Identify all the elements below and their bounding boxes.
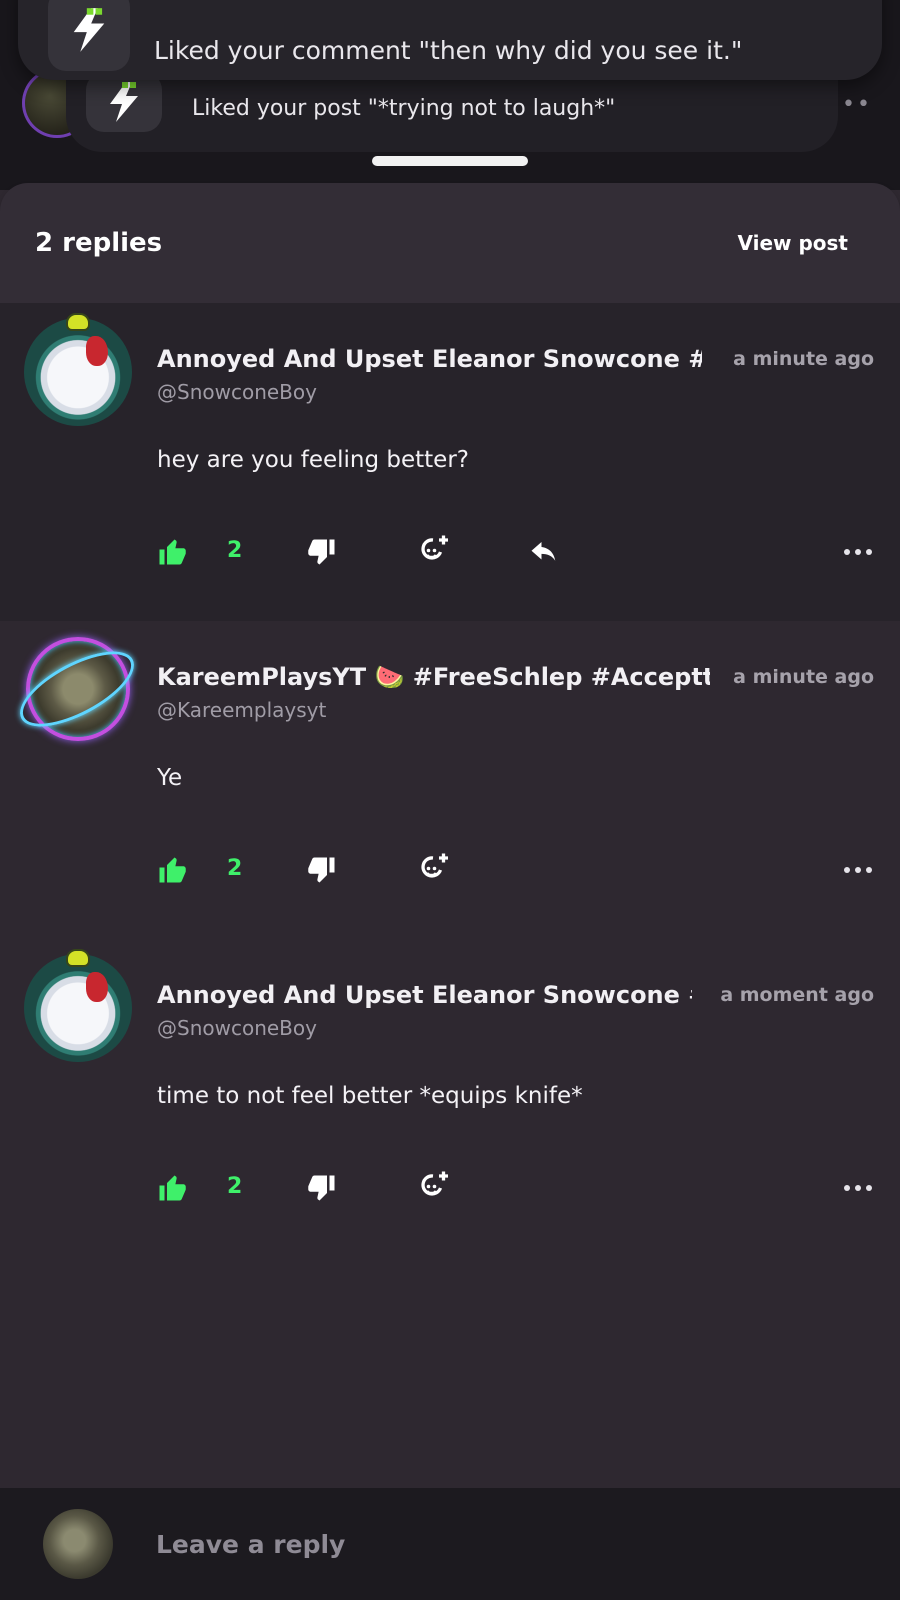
frog-badge-icon <box>66 949 90 967</box>
current-user-avatar <box>43 1509 113 1579</box>
more-options-button[interactable] <box>844 1168 872 1208</box>
sheet-drag-handle[interactable] <box>372 156 528 166</box>
add-reaction-icon <box>421 853 448 878</box>
comment-item: Annoyed And Upset Eleanor Snowcone #J a … <box>0 939 900 1257</box>
replies-count-title: 2 replies <box>35 228 163 258</box>
comment-text: hey are you feeling better? <box>157 447 469 473</box>
reply-input[interactable] <box>156 1524 856 1564</box>
like-button[interactable] <box>157 1168 187 1208</box>
more-dot-icon <box>844 1185 850 1191</box>
react-button[interactable] <box>415 532 451 572</box>
notification-toast-comment[interactable]: Liked your comment "then why did you see… <box>18 0 882 80</box>
reply-arrow-icon <box>531 542 556 561</box>
comment-item: Annoyed And Upset Eleanor Snowcone #Ju a… <box>0 303 900 621</box>
comment-author-handle[interactable]: @SnowconeBoy <box>157 380 317 404</box>
comment-author-handle[interactable]: @Kareemplaysyt <box>157 698 326 722</box>
thumbs-up-icon <box>159 539 186 565</box>
user-avatar[interactable] <box>24 954 132 1062</box>
lightning-icon <box>48 0 130 71</box>
more-dot-icon <box>866 867 872 873</box>
dislike-button[interactable] <box>307 850 337 890</box>
thumbs-up-icon <box>159 857 186 883</box>
thumbs-down-icon <box>308 1175 335 1201</box>
reply-bar <box>0 1488 900 1600</box>
notification-text: Liked your comment "then why did you see… <box>154 35 743 65</box>
user-avatar[interactable] <box>24 318 132 426</box>
notification-area: •• Liked your post "*trying not to laugh… <box>0 0 900 190</box>
comment-actions: 2 <box>157 532 872 572</box>
more-dot-icon <box>855 1185 861 1191</box>
like-button[interactable] <box>157 850 187 890</box>
react-button[interactable] <box>415 1168 451 1208</box>
more-dot-icon <box>844 549 850 555</box>
more-options-button[interactable] <box>844 532 872 572</box>
more-dot-icon <box>855 549 861 555</box>
like-count: 2 <box>227 856 243 881</box>
background-more-icon: •• <box>842 92 872 117</box>
more-dot-icon <box>866 1185 872 1191</box>
dislike-button[interactable] <box>307 1168 337 1208</box>
comment-text: time to not feel better *equips knife* <box>157 1083 583 1109</box>
reply-button[interactable] <box>527 532 561 572</box>
more-dot-icon <box>866 549 872 555</box>
comment-text: Ye <box>157 765 183 791</box>
view-post-button[interactable]: View post <box>737 231 848 255</box>
comment-author-handle[interactable]: @SnowconeBoy <box>157 1016 317 1040</box>
comment-timestamp: a moment ago <box>720 984 874 1006</box>
notification-text: Liked your post "*trying not to laugh*" <box>192 95 616 121</box>
comment-author-name[interactable]: Annoyed And Upset Eleanor Snowcone #J <box>157 981 692 1009</box>
add-reaction-icon <box>421 1171 448 1196</box>
thumbs-up-icon <box>159 1175 186 1201</box>
add-reaction-icon <box>421 535 448 560</box>
like-button[interactable] <box>157 532 187 572</box>
comment-item: KareemPlaysYT 🍉 #FreeSchlep #Acceptthe a… <box>0 621 900 939</box>
more-dot-icon <box>844 867 850 873</box>
comment-author-name[interactable]: Annoyed And Upset Eleanor Snowcone #Ju <box>157 345 702 373</box>
react-button[interactable] <box>415 850 451 890</box>
frog-badge-icon <box>66 313 90 331</box>
comment-timestamp: a minute ago <box>733 348 874 370</box>
like-count: 2 <box>227 538 243 563</box>
comment-timestamp: a minute ago <box>733 666 874 688</box>
dislike-button[interactable] <box>307 532 337 572</box>
more-options-button[interactable] <box>844 850 872 890</box>
replies-header: 2 replies View post <box>0 183 900 303</box>
thumbs-down-icon <box>308 857 335 883</box>
like-count: 2 <box>227 1174 243 1199</box>
comment-author-name[interactable]: KareemPlaysYT 🍉 #FreeSchlep #Acceptthe <box>157 663 710 691</box>
comment-actions: 2 <box>157 1168 872 1208</box>
lightning-icon <box>86 72 162 132</box>
thumbs-down-icon <box>308 539 335 565</box>
comment-actions: 2 <box>157 850 872 890</box>
more-dot-icon <box>855 867 861 873</box>
